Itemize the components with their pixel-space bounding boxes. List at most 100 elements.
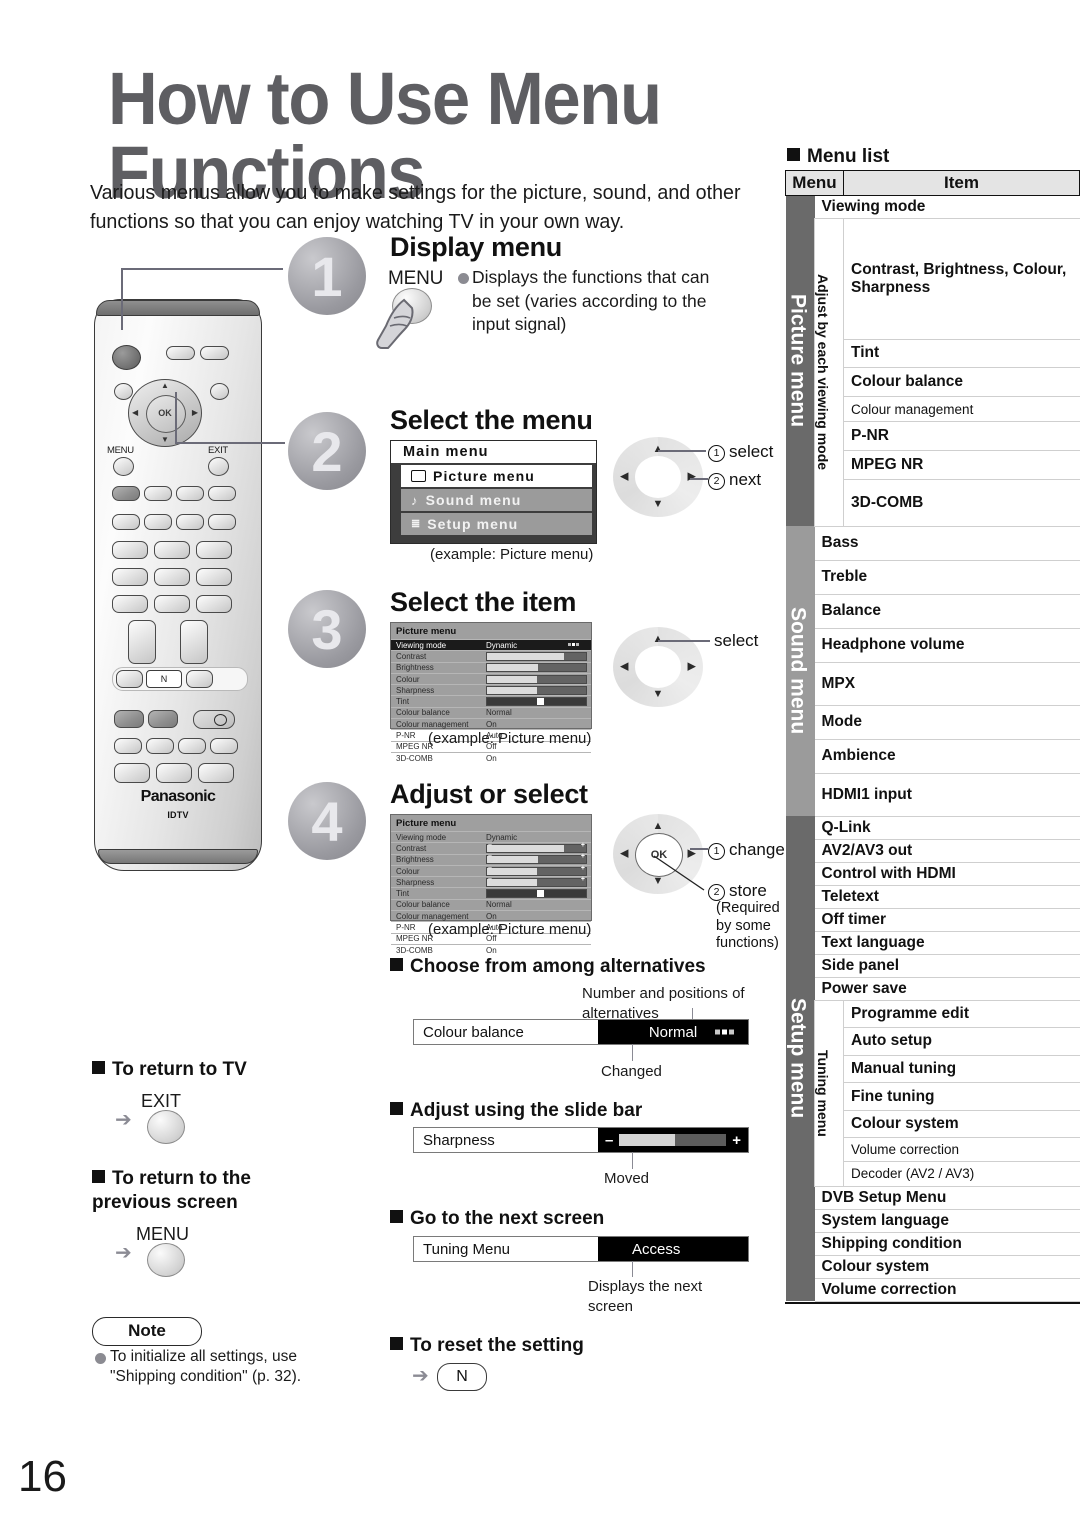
pm-row[interactable]: Colour: [391, 672, 591, 684]
menu-item-cell[interactable]: AV2/AV3 out: [814, 838, 1080, 863]
menu-item-cell[interactable]: Tint: [843, 338, 1080, 369]
pm-row[interactable]: Brightness – +: [391, 853, 591, 865]
menu-item-cell[interactable]: Viewing mode: [814, 195, 1080, 219]
menu-item-cell[interactable]: Programme edit: [843, 999, 1080, 1029]
menu-item-cell[interactable]: Volume correction: [814, 1277, 1080, 1302]
pm-slider[interactable]: [486, 697, 587, 707]
pm-slider[interactable]: – +: [486, 842, 587, 853]
exit-button-icon[interactable]: [147, 1110, 185, 1144]
menu-item-cell[interactable]: HDMI1 input: [814, 772, 1080, 817]
nextscreen-row[interactable]: Tuning Menu Access: [413, 1236, 749, 1262]
menu-item-cell[interactable]: MPEG NR: [843, 449, 1080, 480]
menu-item-cell[interactable]: 3D-COMB: [843, 478, 1080, 527]
pm-slider[interactable]: – +: [486, 876, 587, 887]
menu-table-row: System language: [786, 1208, 1080, 1233]
menu-item-cell[interactable]: Colour system: [843, 1109, 1080, 1139]
menu-item-cell[interactable]: Colour balance: [843, 367, 1080, 397]
menu-item-cell[interactable]: Mode: [814, 704, 1080, 740]
menu-item-cell[interactable]: DVB Setup Menu: [814, 1185, 1080, 1210]
pm-slider[interactable]: – +: [486, 865, 587, 876]
pm-row[interactable]: Brightness: [391, 661, 591, 673]
menu-item-cell[interactable]: P-NR: [843, 421, 1080, 451]
osd-row-picture-menu[interactable]: Picture menu: [401, 465, 592, 487]
annotation-number: 1: [708, 445, 725, 462]
pm-row[interactable]: 3D-COMB On: [391, 943, 591, 955]
reset-n-button[interactable]: N: [437, 1363, 487, 1391]
pm-slider[interactable]: – +: [486, 853, 587, 865]
menu-item-cell[interactable]: Auto setup: [843, 1027, 1080, 1056]
alternatives-row[interactable]: Colour balance Normal: [413, 1019, 749, 1045]
menu-item-cell[interactable]: Volume correction: [843, 1137, 1080, 1163]
osd-row-sound-menu[interactable]: ♪ Sound menu: [401, 489, 592, 511]
pm-row[interactable]: Viewing mode Dynamic: [391, 831, 591, 842]
menu-item-cell[interactable]: Contrast, Brightness, Colour, Sharpness: [843, 218, 1080, 340]
menu-item-cell[interactable]: Treble: [814, 559, 1080, 595]
slider-minus[interactable]: –: [605, 1132, 613, 1149]
pm-slider-plus[interactable]: +: [581, 853, 585, 860]
pm-slider-plus[interactable]: +: [581, 865, 585, 872]
alternatives-row-value: Normal: [648, 1023, 698, 1041]
menu-item-cell[interactable]: Teletext: [814, 884, 1080, 909]
menu-item-cell[interactable]: Balance: [814, 593, 1080, 629]
pm-row[interactable]: 3D-COMB On: [391, 751, 591, 763]
menu-item-cell[interactable]: Control with HDMI: [814, 861, 1080, 886]
osd-row-setup-menu[interactable]: ≣ Setup menu: [401, 513, 592, 535]
pm-slider-knob: [536, 698, 544, 706]
pm-slider[interactable]: [486, 651, 587, 661]
slider-track[interactable]: [619, 1134, 727, 1146]
pm-row[interactable]: Sharpness – +: [391, 876, 591, 887]
pm-slider-minus[interactable]: –: [488, 842, 492, 849]
menu-item-cell[interactable]: Off timer: [814, 907, 1080, 932]
menu-item-cell[interactable]: System language: [814, 1208, 1080, 1233]
pm-row[interactable]: Contrast – +: [391, 842, 591, 853]
menu-button-icon[interactable]: [147, 1243, 185, 1277]
slider-fill: [619, 1134, 675, 1146]
dpad-down-icon: ▼: [161, 435, 169, 444]
menu-item-cell[interactable]: Headphone volume: [814, 627, 1080, 663]
pm-row[interactable]: Viewing mode Dynamic: [391, 639, 591, 651]
pm-row[interactable]: Tint: [391, 887, 591, 899]
menu-item-cell[interactable]: Shipping condition: [814, 1231, 1080, 1256]
pm-row[interactable]: Colour balance Normal: [391, 706, 591, 718]
pm-slider[interactable]: [486, 674, 587, 684]
pm-slider-minus[interactable]: –: [488, 876, 492, 883]
menu-list-table: Menu Item Picture menu Viewing mode Adjust…: [785, 170, 1080, 1302]
pm-row[interactable]: Colour management On: [391, 910, 591, 921]
pm-slider-fill: [487, 675, 537, 683]
menu-item-cell[interactable]: Manual tuning: [843, 1054, 1080, 1084]
slider[interactable]: – +: [598, 1128, 748, 1152]
slider-plus[interactable]: +: [732, 1132, 741, 1149]
pm-slider-plus[interactable]: +: [581, 842, 585, 849]
pm-row[interactable]: Contrast: [391, 650, 591, 661]
menu-item-cell[interactable]: Fine tuning: [843, 1082, 1080, 1111]
pm-slider[interactable]: [486, 663, 587, 673]
menu-item-cell[interactable]: Bass: [814, 525, 1080, 561]
pm-slider[interactable]: [486, 889, 587, 899]
menu-item-cell[interactable]: Q-Link: [814, 815, 1080, 840]
pm-row[interactable]: Sharpness: [391, 684, 591, 695]
menu-item-cell[interactable]: Text language: [814, 930, 1080, 955]
pm-slider-minus[interactable]: –: [488, 865, 492, 872]
nextscreen-row-value[interactable]: Access: [598, 1237, 748, 1261]
step-3-number: 3: [288, 590, 366, 668]
slidebar-row[interactable]: Sharpness – +: [413, 1127, 749, 1153]
slidebar-row-control[interactable]: – +: [598, 1128, 748, 1152]
menu-item-cell[interactable]: MPX: [814, 661, 1080, 706]
menu-item-cell[interactable]: Power save: [814, 976, 1080, 1001]
pm-row[interactable]: Tint: [391, 695, 591, 707]
menu-item-cell[interactable]: Side panel: [814, 953, 1080, 978]
menu-item-cell[interactable]: Ambience: [814, 738, 1080, 774]
menu-item-cell[interactable]: Colour system: [814, 1254, 1080, 1279]
menu-table-row: Setup menu Q-Link: [785, 815, 1080, 1301]
menu-item-cell[interactable]: Decoder (AV2 / AV3): [843, 1161, 1080, 1187]
pm-row[interactable]: Colour balance Normal: [391, 898, 591, 910]
pm-row[interactable]: Colour – +: [391, 865, 591, 876]
pad-left-icon: ◀: [620, 660, 629, 673]
pm-slider-minus[interactable]: –: [488, 853, 492, 860]
pm-row[interactable]: Colour management On: [391, 718, 591, 729]
pm-row-value: – +: [486, 865, 591, 876]
callout-line: [690, 848, 708, 850]
pm-slider[interactable]: [486, 685, 587, 695]
pm-slider-plus[interactable]: +: [581, 876, 585, 883]
menu-item-cell[interactable]: Colour management: [843, 396, 1080, 422]
